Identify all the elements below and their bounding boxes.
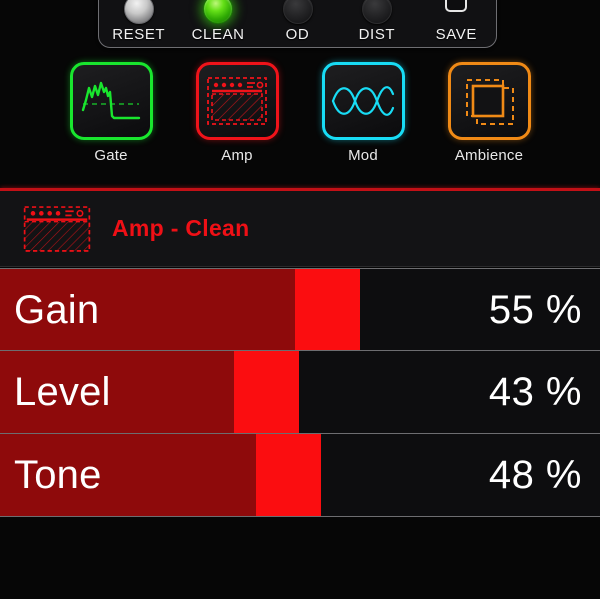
effect-tile-ambience-box[interactable] [447, 62, 531, 140]
effect-tile-label-ambience: Ambience [454, 147, 524, 164]
slider-value-gain: 55 % [488, 287, 582, 332]
knob-dark-icon [361, 0, 392, 24]
effect-tile-label-gate: Gate [94, 147, 128, 164]
slider-value-level: 43 % [488, 370, 582, 414]
slider-thumb-tone[interactable] [256, 434, 321, 516]
effect-tile-label-mod: Mod [348, 147, 378, 164]
toolbar-button-clean[interactable]: CLEAN [178, 0, 257, 47]
toolbar-button-save[interactable]: SAVE [417, 0, 496, 47]
toolbar-button-reset[interactable]: RESET [99, 0, 178, 47]
save-icon [441, 0, 471, 24]
effect-header: Amp - Clean [0, 191, 600, 267]
slider-row-gain[interactable]: Gain 55 % [0, 268, 600, 351]
effect-tile-gate[interactable]: Gate [69, 62, 153, 172]
toolbar-label-od: OD [285, 26, 310, 43]
slider-row-level[interactable]: Level 43 % [0, 351, 600, 434]
app-screen: RESET CLEAN OD DIST SAVE Gate Amp Mod Am… [0, 0, 600, 599]
effect-tile-label-amp: Amp [221, 147, 253, 164]
slider-value-tone: 48 % [488, 453, 582, 497]
slider-thumb-gain[interactable] [295, 269, 360, 350]
modulation-waves-icon [331, 86, 395, 116]
toolbar-label-save: SAVE [435, 26, 477, 43]
slider-thumb-level[interactable] [234, 351, 299, 433]
toolbar-button-dist[interactable]: DIST [337, 0, 416, 47]
effect-tile-amp[interactable]: Amp [195, 62, 279, 172]
amplifier-cabinet-icon [23, 205, 91, 252]
toolbar-label-reset: RESET [112, 26, 166, 43]
amplifier-cabinet-icon [207, 77, 267, 125]
knob-green-icon [203, 0, 234, 24]
toolbar-button-od[interactable]: OD [258, 0, 337, 47]
preset-toolbar: RESET CLEAN OD DIST SAVE [98, 0, 497, 48]
parameter-slider-list: Gain 55 % Level 43 % Tone 48 % [0, 268, 600, 517]
slider-label-tone: Tone [14, 453, 102, 497]
effect-header-title: Amp - Clean [112, 215, 250, 241]
knob-grey-icon [123, 0, 154, 24]
slider-label-level: Level [14, 370, 111, 414]
noise-gate-envelope-icon [81, 81, 141, 120]
reverb-squares-icon [466, 79, 514, 125]
toolbar-label-dist: DIST [358, 26, 396, 43]
effect-tile-mod[interactable]: Mod [321, 62, 405, 172]
effect-header-icon [22, 205, 92, 253]
slider-label-gain: Gain [14, 287, 100, 332]
effect-tile-row: Gate Amp Mod Ambience [0, 62, 600, 172]
toolbar-label-clean: CLEAN [191, 26, 245, 43]
effect-tile-amp-box[interactable] [195, 62, 279, 140]
slider-row-tone[interactable]: Tone 48 % [0, 434, 600, 517]
effect-tile-gate-box[interactable] [69, 62, 153, 140]
effect-tile-ambience[interactable]: Ambience [447, 62, 531, 172]
effect-tile-mod-box[interactable] [321, 62, 405, 140]
knob-dark-icon [282, 0, 313, 24]
